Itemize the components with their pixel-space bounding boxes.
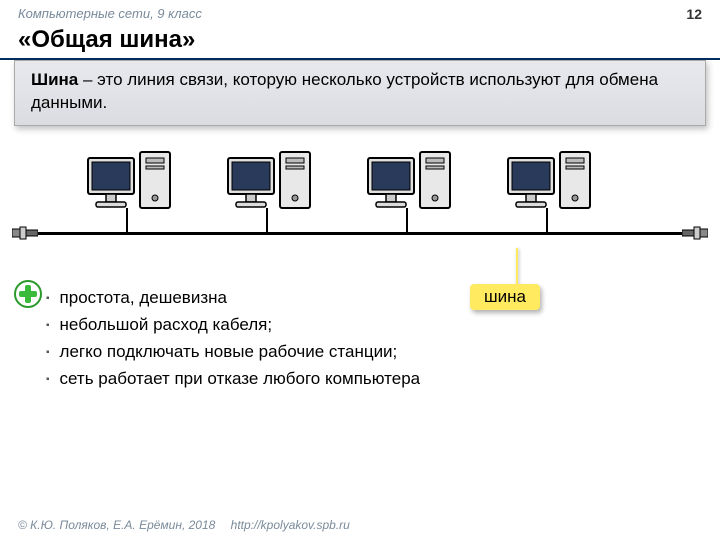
computer-node-icon bbox=[224, 150, 316, 240]
copyright: © К.Ю. Поляков, Е.А. Ерёмин, 2018 bbox=[18, 518, 215, 532]
advantage-item: простота, дешевизна bbox=[46, 284, 702, 311]
plus-icon bbox=[14, 280, 42, 308]
footer: © К.Ю. Поляков, Е.А. Ерёмин, 2018 http:/… bbox=[18, 518, 350, 532]
page-number: 12 bbox=[686, 6, 702, 22]
advantage-item: небольшой расход кабеля; bbox=[46, 311, 702, 338]
slide-title: «Общая шина» bbox=[0, 24, 720, 60]
bus-topology-diagram bbox=[14, 136, 706, 266]
computer-node-icon bbox=[364, 150, 456, 240]
terminator-left-icon bbox=[12, 224, 38, 242]
definition-box: Шина – это линия связи, которую нескольк… bbox=[14, 60, 706, 126]
advantage-item: сеть работает при отказе любого компьюте… bbox=[46, 365, 702, 392]
bus-label-pointer bbox=[516, 248, 518, 286]
definition-term: Шина bbox=[31, 70, 78, 89]
advantages-section: простота, дешевизнанебольшой расход кабе… bbox=[46, 284, 702, 393]
computer-node-icon bbox=[504, 150, 596, 240]
course-label: Компьютерные сети, 9 класс bbox=[18, 6, 202, 22]
advantage-item: легко подключать новые рабочие станции; bbox=[46, 338, 702, 365]
drop-cable bbox=[546, 208, 548, 233]
drop-cable bbox=[126, 208, 128, 233]
definition-text: – это линия связи, которую несколько уст… bbox=[31, 70, 658, 112]
terminator-right-icon bbox=[682, 224, 708, 242]
drop-cable bbox=[266, 208, 268, 233]
computer-node-icon bbox=[84, 150, 176, 240]
drop-cable bbox=[406, 208, 408, 233]
advantages-list: простота, дешевизнанебольшой расход кабе… bbox=[46, 284, 702, 393]
footer-url: http://kpolyakov.spb.ru bbox=[231, 518, 350, 532]
